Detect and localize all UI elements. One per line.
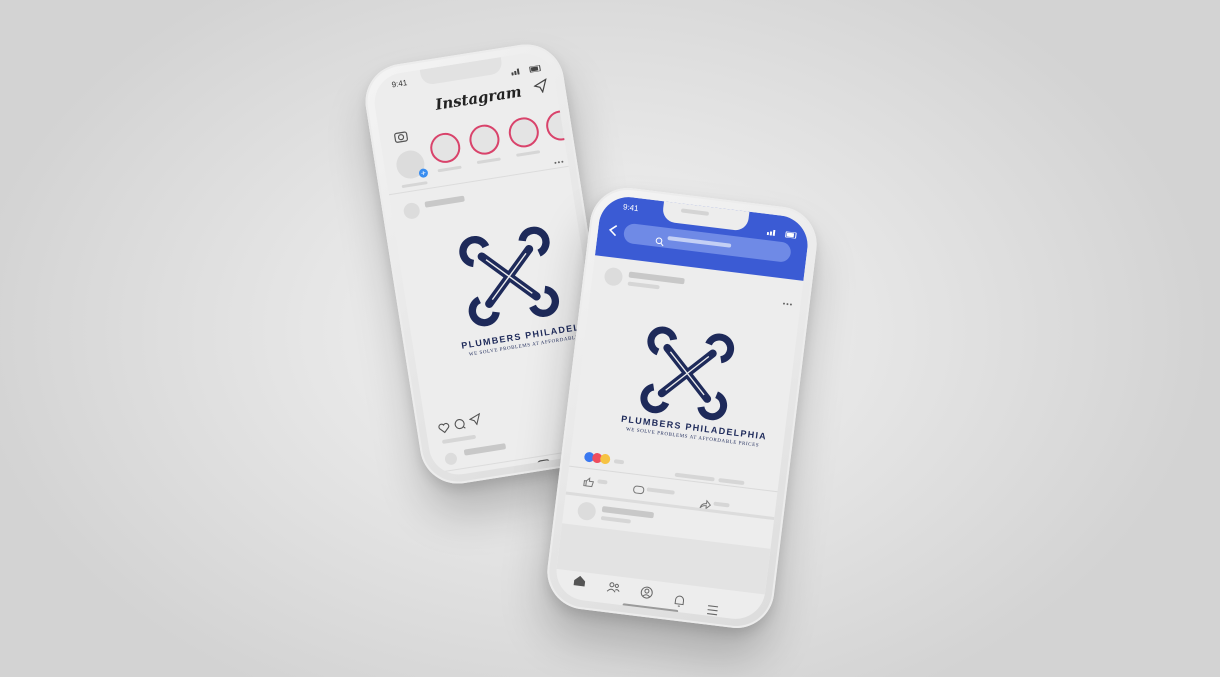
like-label xyxy=(597,479,608,485)
post-username[interactable] xyxy=(424,195,465,208)
friends-icon[interactable] xyxy=(606,579,621,593)
status-time: 9:41 xyxy=(622,202,640,214)
home-icon[interactable] xyxy=(573,573,587,587)
back-arrow-icon[interactable] xyxy=(608,223,619,237)
story-ring[interactable] xyxy=(544,108,579,143)
status-icons xyxy=(510,58,541,76)
story-label xyxy=(401,181,428,189)
likes-count xyxy=(441,434,477,444)
status-time: 9:41 xyxy=(391,78,408,90)
home-icon[interactable] xyxy=(456,477,472,479)
next-post-time xyxy=(600,515,632,524)
share-icon[interactable] xyxy=(699,496,712,510)
next-post-avatar[interactable] xyxy=(576,501,597,522)
story-ring[interactable] xyxy=(506,115,541,150)
crossed-wrenches-icon xyxy=(459,226,560,327)
comment-text xyxy=(463,443,507,456)
next-post-content xyxy=(556,523,771,595)
like-icon[interactable] xyxy=(583,474,596,488)
more-icon[interactable] xyxy=(782,293,793,306)
post-avatar[interactable] xyxy=(402,201,421,221)
home-indicator xyxy=(622,603,679,614)
phone-notch xyxy=(419,57,504,86)
story-ring[interactable] xyxy=(467,122,502,157)
menu-icon[interactable] xyxy=(706,602,719,616)
comment-label xyxy=(646,487,675,495)
bell-icon[interactable] xyxy=(673,593,686,607)
share-icon[interactable] xyxy=(468,412,482,426)
app-title: Instagram xyxy=(434,82,523,114)
share-label xyxy=(713,501,730,508)
reaction-count xyxy=(613,459,625,465)
story-label xyxy=(476,157,501,165)
facebook-screen: 9:41 PLUMBERS PHILADELPHIA WE SOLVE PROB… xyxy=(553,193,811,623)
heart-icon[interactable] xyxy=(437,420,451,434)
comment-avatar xyxy=(444,451,458,466)
add-story-badge[interactable]: + xyxy=(418,167,429,179)
story-label xyxy=(516,150,541,157)
story-ring[interactable] xyxy=(428,130,463,166)
crossed-wrenches-icon xyxy=(640,326,735,421)
more-icon[interactable] xyxy=(552,151,564,164)
send-icon[interactable] xyxy=(533,78,549,94)
post-time xyxy=(627,281,660,290)
camera-icon[interactable] xyxy=(393,129,409,143)
story-label xyxy=(437,165,462,173)
comment-icon[interactable] xyxy=(632,482,645,495)
profile-icon[interactable] xyxy=(639,585,653,599)
search-icon xyxy=(655,233,665,247)
comment-icon[interactable] xyxy=(453,416,467,430)
post-avatar[interactable] xyxy=(603,266,624,287)
wow-reaction-icon xyxy=(599,453,611,465)
search-icon[interactable] xyxy=(493,469,509,479)
divider xyxy=(565,491,775,521)
